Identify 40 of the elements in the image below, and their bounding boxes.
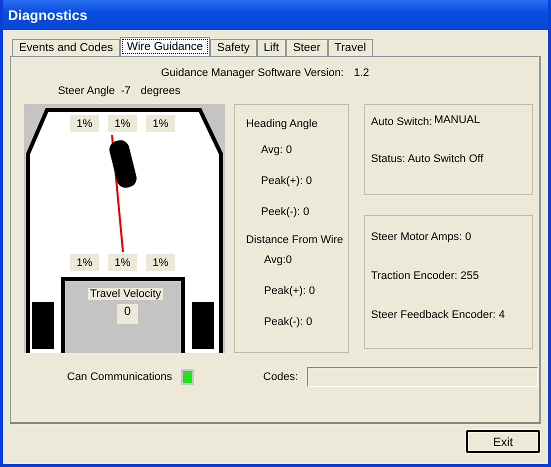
heading-angle-title: Heading Angle: [246, 118, 319, 132]
heading-angle-reading: Peek(-): 0: [260, 206, 310, 220]
sensor-reading: 1%: [146, 115, 175, 132]
tab[interactable]: Travel: [328, 39, 374, 56]
window-title: Diagnostics: [8, 7, 88, 23]
travel-velocity-value: 0: [117, 304, 138, 324]
tab[interactable]: Lift: [256, 39, 286, 56]
tab[interactable]: Wire Guidance: [120, 37, 210, 56]
sensor-reading: 1%: [108, 254, 137, 271]
codes-field[interactable]: [307, 367, 538, 387]
steer-angle-unit: degrees: [140, 85, 180, 99]
travel-velocity-label: Travel Velocity: [88, 288, 164, 300]
tab[interactable]: Safety: [210, 39, 257, 56]
auto-switch-status: Status: Auto Switch Off: [371, 153, 484, 165]
sensor-reading: 1%: [146, 254, 175, 271]
encoder-reading: Traction Encoder: 255: [371, 270, 480, 282]
version-label: Guidance Manager Software Version:: [161, 67, 344, 81]
steer-angle-label: Steer Angle: [58, 85, 115, 99]
heading-angle-reading: Peak(+): 0: [260, 175, 314, 189]
distance-reading: Avg:0: [263, 254, 293, 268]
encoder-reading: Steer Motor Amps: 0: [371, 231, 472, 243]
rear-wheel: [192, 302, 214, 349]
codes-label: Codes:: [263, 371, 298, 383]
encoder-reading: Steer Feedback Encoder: 4: [371, 309, 506, 321]
tab[interactable]: Steer: [286, 39, 328, 56]
exit-button[interactable]: Exit: [466, 430, 540, 453]
rear-wheel: [32, 302, 54, 349]
can-communications-label: Can Communications: [67, 371, 172, 383]
sensor-reading: 1%: [70, 254, 99, 271]
auto-switch-value: MANUAL: [434, 114, 480, 128]
auto-switch-label: Auto Switch:: [371, 116, 432, 128]
sensor-reading: 1%: [108, 115, 137, 132]
distance-title: Distance From Wire: [246, 234, 344, 248]
version-value: 1.2: [354, 67, 370, 81]
steer-angle-value: -7: [120, 85, 131, 99]
tab[interactable]: Events and Codes: [12, 39, 120, 56]
distance-reading: Peak(+): 0: [263, 285, 316, 299]
heading-angle-reading: Avg: 0: [260, 144, 293, 158]
sensor-reading: 1%: [70, 115, 99, 132]
distance-reading: Peak(-): 0: [263, 316, 314, 330]
